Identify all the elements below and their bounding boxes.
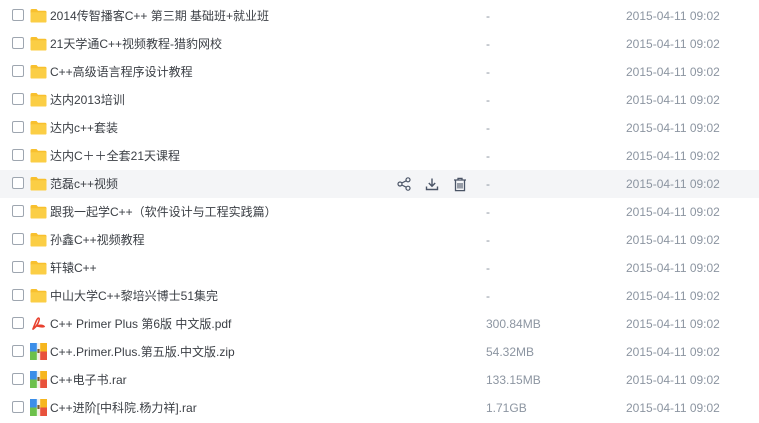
- file-row[interactable]: C++电子书.rar 133.15MB 2015-04-11 09:02: [0, 366, 759, 394]
- modified-date: 2015-04-11 09:02: [626, 401, 720, 415]
- folder-icon: [30, 92, 47, 107]
- file-size: -: [486, 149, 490, 163]
- row-checkbox[interactable]: [12, 65, 24, 77]
- file-size: -: [486, 289, 490, 303]
- file-size: -: [486, 233, 490, 247]
- folder-icon: [30, 204, 47, 219]
- delete-icon[interactable]: [450, 175, 470, 193]
- file-size: -: [486, 9, 490, 23]
- row-checkbox[interactable]: [12, 345, 24, 357]
- file-size: 54.32MB: [486, 345, 535, 359]
- file-row[interactable]: 范磊c++视频 - 2015-04-11 09:02: [0, 170, 759, 198]
- modified-date: 2015-04-11 09:02: [626, 289, 720, 303]
- file-row[interactable]: 跟我一起学C++（软件设计与工程实践篇） - 2015-04-11 09:02: [0, 198, 759, 226]
- modified-date: 2015-04-11 09:02: [626, 205, 720, 219]
- file-row[interactable]: 中山大学C++黎培兴博士51集完 - 2015-04-11 09:02: [0, 282, 759, 310]
- modified-date: 2015-04-11 09:02: [626, 9, 720, 23]
- row-checkbox[interactable]: [12, 177, 24, 189]
- file-row[interactable]: C++进阶[中科院.杨力祥].rar 1.71GB 2015-04-11 09:02: [0, 394, 759, 422]
- row-checkbox[interactable]: [12, 93, 24, 105]
- file-name-link[interactable]: C++高级语言程序设计教程: [50, 58, 193, 86]
- row-checkbox[interactable]: [12, 289, 24, 301]
- file-name-link[interactable]: 2014传智播客C++ 第三期 基础班+就业班: [50, 2, 269, 30]
- row-checkbox[interactable]: [12, 9, 24, 21]
- modified-date: 2015-04-11 09:02: [626, 65, 720, 79]
- row-checkbox[interactable]: [12, 205, 24, 217]
- file-row[interactable]: 达内C＋＋全套21天课程 - 2015-04-11 09:02: [0, 142, 759, 170]
- file-name-link[interactable]: 中山大学C++黎培兴博士51集完: [50, 282, 218, 310]
- folder-icon: [30, 36, 47, 51]
- folder-icon: [30, 260, 47, 275]
- file-row[interactable]: 达内2013培训 - 2015-04-11 09:02: [0, 86, 759, 114]
- file-name-link[interactable]: 达内2013培训: [50, 86, 125, 114]
- row-actions: [394, 175, 470, 193]
- file-size: -: [486, 177, 490, 191]
- file-name-link[interactable]: C++.Primer.Plus.第五版.中文版.zip: [50, 338, 235, 366]
- file-name-link[interactable]: 范磊c++视频: [50, 170, 118, 198]
- row-checkbox[interactable]: [12, 261, 24, 273]
- file-name-link[interactable]: C++进阶[中科院.杨力祥].rar: [50, 394, 197, 422]
- file-row[interactable]: C++ Primer Plus 第6版 中文版.pdf 300.84MB 2015-…: [0, 310, 759, 338]
- row-checkbox[interactable]: [12, 401, 24, 413]
- file-name-link[interactable]: 跟我一起学C++（软件设计与工程实践篇）: [50, 198, 277, 226]
- file-size: 300.84MB: [486, 317, 541, 331]
- file-size: -: [486, 261, 490, 275]
- row-checkbox[interactable]: [12, 149, 24, 161]
- folder-icon: [30, 8, 47, 23]
- file-row[interactable]: 达内c++套装 - 2015-04-11 09:02: [0, 114, 759, 142]
- share-icon[interactable]: [394, 175, 414, 193]
- download-icon[interactable]: [422, 175, 442, 193]
- row-checkbox[interactable]: [12, 37, 24, 49]
- file-size: 1.71GB: [486, 401, 527, 415]
- modified-date: 2015-04-11 09:02: [626, 121, 720, 135]
- file-name-link[interactable]: C++ Primer Plus 第6版 中文版.pdf: [50, 310, 231, 338]
- pdf-icon: [30, 315, 47, 332]
- file-size: 133.15MB: [486, 373, 541, 387]
- folder-icon: [30, 148, 47, 163]
- file-name-link[interactable]: 孙鑫C++视频教程: [50, 226, 145, 254]
- folder-icon: [30, 120, 47, 135]
- file-list: 2014传智播客C++ 第三期 基础班+就业班 - 2015-04-11 09:02…: [0, 0, 759, 423]
- row-checkbox[interactable]: [12, 317, 24, 329]
- modified-date: 2015-04-11 09:02: [626, 261, 720, 275]
- file-name-link[interactable]: 轩辕C++: [50, 254, 97, 282]
- modified-date: 2015-04-11 09:02: [626, 93, 720, 107]
- folder-icon: [30, 176, 47, 191]
- file-size: -: [486, 65, 490, 79]
- file-name-link[interactable]: C++电子书.rar: [50, 366, 127, 394]
- file-row[interactable]: 2014传智播客C++ 第三期 基础班+就业班 - 2015-04-11 09:02: [0, 2, 759, 30]
- file-size: -: [486, 205, 490, 219]
- folder-icon: [30, 232, 47, 247]
- file-name-link[interactable]: 达内C＋＋全套21天课程: [50, 142, 180, 170]
- modified-date: 2015-04-11 09:02: [626, 373, 720, 387]
- file-row[interactable]: 孙鑫C++视频教程 - 2015-04-11 09:02: [0, 226, 759, 254]
- archive-icon: [30, 399, 47, 416]
- modified-date: 2015-04-11 09:02: [626, 149, 720, 163]
- modified-date: 2015-04-11 09:02: [626, 37, 720, 51]
- file-name-link[interactable]: 21天学通C++视频教程-猎豹网校: [50, 30, 222, 58]
- file-row[interactable]: 轩辕C++ - 2015-04-11 09:02: [0, 254, 759, 282]
- file-size: -: [486, 37, 490, 51]
- file-size: -: [486, 121, 490, 135]
- row-checkbox[interactable]: [12, 373, 24, 385]
- modified-date: 2015-04-11 09:02: [626, 317, 720, 331]
- modified-date: 2015-04-11 09:02: [626, 177, 720, 191]
- row-checkbox[interactable]: [12, 233, 24, 245]
- file-row[interactable]: C++高级语言程序设计教程 - 2015-04-11 09:02: [0, 58, 759, 86]
- file-name-link[interactable]: 达内c++套装: [50, 114, 118, 142]
- modified-date: 2015-04-11 09:02: [626, 345, 720, 359]
- folder-icon: [30, 64, 47, 79]
- row-checkbox[interactable]: [12, 121, 24, 133]
- modified-date: 2015-04-11 09:02: [626, 233, 720, 247]
- archive-icon: [30, 371, 47, 388]
- file-size: -: [486, 93, 490, 107]
- archive-icon: [30, 343, 47, 360]
- folder-icon: [30, 288, 47, 303]
- file-row[interactable]: 21天学通C++视频教程-猎豹网校 - 2015-04-11 09:02: [0, 30, 759, 58]
- file-row[interactable]: C++.Primer.Plus.第五版.中文版.zip 54.32MB 2015-0…: [0, 338, 759, 366]
